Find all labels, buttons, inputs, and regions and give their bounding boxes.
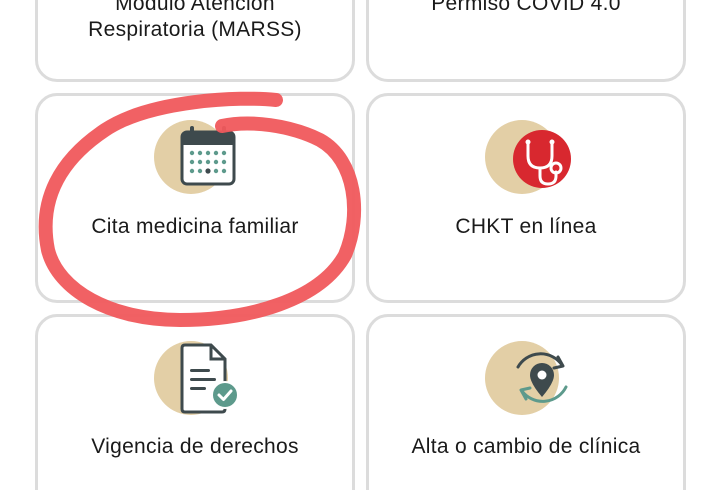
service-card-cita[interactable]: Cita medicina familiar [35,93,355,303]
location-refresh-icon [484,337,576,419]
service-card-covid[interactable]: Permiso COVID 4.0 [366,0,686,82]
service-card-chkt-label: CHKT en línea [455,215,597,238]
service-card-vigencia[interactable]: Vigencia de derechos [35,314,355,490]
service-card-alta[interactable]: Alta o cambio de clínica [366,314,686,490]
service-card-chkt[interactable]: CHKT en línea [366,93,686,303]
service-card-marss-label: Módulo Atención Respiratoria (MARSS) [38,0,352,43]
service-card-vigencia-label: Vigencia de derechos [91,435,299,458]
marss-label-line-1: Módulo Atención [115,0,275,15]
marss-label-line-2: Respiratoria (MARSS) [88,18,302,41]
stethoscope-icon [484,116,576,198]
document-check-icon [153,337,245,419]
service-card-cita-label: Cita medicina familiar [91,215,299,238]
services-grid: Módulo Atención Respiratoria (MARSS) Per… [0,0,720,490]
calendar-icon [153,116,245,198]
service-card-alta-label: Alta o cambio de clínica [411,435,641,458]
service-card-covid-label: Permiso COVID 4.0 [431,0,621,15]
service-card-marss[interactable]: Módulo Atención Respiratoria (MARSS) [35,0,355,82]
